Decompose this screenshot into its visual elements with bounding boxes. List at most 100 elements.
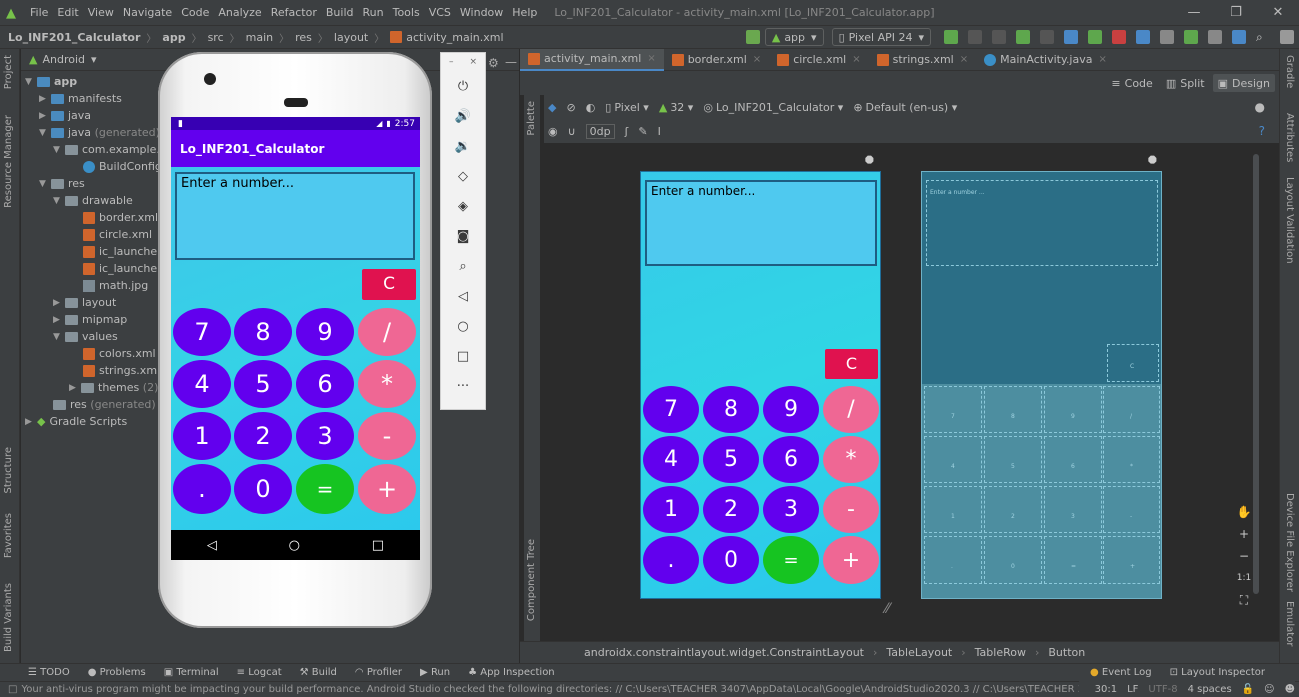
volume-down-icon[interactable]: 🔉 [441,131,485,161]
blueprint-key-2[interactable]: 2 [984,486,1042,533]
code-mode-button[interactable]: ≡ Code [1106,74,1157,92]
key-6[interactable]: 6 [296,360,354,408]
number-input-field[interactable]: Enter a number... [175,172,415,260]
theme-chip[interactable]: ◎ Lo_INF201_Calculator ▾ [703,101,843,114]
recents-icon[interactable]: □ [372,538,384,553]
menu-file[interactable]: File [30,6,48,19]
breadcrumb-layout[interactable]: layout [334,31,368,44]
tree-item-package[interactable]: ▼ com.example.lo [53,141,170,158]
blueprint-key-7[interactable]: 7 [924,386,982,433]
lock-icon[interactable]: 🔓 [1242,684,1254,695]
zoom-actual-size[interactable]: 1:1 [1237,567,1251,589]
event-log-tab[interactable]: ● Event Log [1090,667,1152,678]
preview-key-decimal[interactable]: . [643,536,699,584]
design-surface-icon[interactable]: ◆ [548,101,556,114]
blueprint-key-1[interactable]: 1 [924,486,982,533]
zoom-icon[interactable]: ⌕ [441,251,485,281]
build-variants-tab[interactable]: Build Variants [3,583,14,652]
close-tab-icon[interactable]: × [753,54,761,65]
apply-code-changes-icon[interactable] [968,30,982,44]
profiler-tab[interactable]: ◠ Profiler [355,667,402,678]
preview-key-1[interactable]: 1 [643,486,699,533]
design-preview[interactable]: Enter a number... C 7 8 9 / 4 5 6 * 1 2 … [640,171,881,599]
device-file-explorer-tab[interactable]: Device File Explorer [1284,493,1295,592]
favorites-tab[interactable]: Favorites [3,513,14,558]
tree-item-app[interactable]: ▼ app [25,73,77,90]
preview-clear-button[interactable]: C [825,349,878,379]
key-multiply[interactable]: * [358,360,416,408]
tab-mainactivity[interactable]: MainActivity.java × [976,49,1115,71]
tree-item-ic-launcher-2[interactable]: ic_launcher_ [83,260,167,277]
blueprint-key-5[interactable]: 5 [984,436,1042,483]
tree-item-res[interactable]: ▼ res [39,175,85,192]
guidelines-icon[interactable]: I [658,125,661,138]
run-config-select[interactable]: ▲ app ▾ [764,28,824,46]
menu-help[interactable]: Help [512,6,537,19]
tree-item-border-xml[interactable]: border.xml [83,209,158,226]
blueprint-key-4[interactable]: 4 [924,436,982,483]
warning-icon[interactable]: ● [1255,100,1265,114]
preview-key-minus[interactable]: - [823,486,879,533]
close-icon[interactable]: ✕ [1257,0,1299,25]
path-table-row[interactable]: TableRow [975,646,1026,659]
project-tool-tab[interactable]: Project [3,55,14,89]
minimize-icon[interactable]: — [1173,0,1215,25]
locale-chip[interactable]: ⊕ Default (en-us) ▾ [853,101,957,114]
feedback-icon[interactable]: ☻ [1285,684,1295,695]
blueprint-key-multiply[interactable]: * [1103,436,1160,483]
blueprint-key-3[interactable]: 3 [1044,486,1102,533]
device-chip[interactable]: ▯ Pixel ▾ [605,101,649,114]
home-icon[interactable]: ○ [441,311,485,341]
magnet-icon[interactable]: ∪ [568,125,576,138]
layout-inspector-tab[interactable]: ⊡ Layout Inspector [1170,667,1265,678]
preview-key-0[interactable]: 0 [703,536,759,584]
key-plus[interactable]: + [358,464,416,514]
tree-item-mipmap[interactable]: ▶ mipmap [53,311,127,328]
orientation-icon[interactable]: ⊘ [566,101,575,114]
clear-button[interactable]: C [362,269,416,300]
blueprint-key-9[interactable]: 9 [1044,386,1102,433]
breadcrumb-file[interactable]: activity_main.xml [406,31,503,44]
hammer-icon[interactable] [745,30,760,44]
clear-constraints-icon[interactable]: ʃ [625,125,629,138]
sdk-manager-icon[interactable] [1184,30,1198,44]
path-button[interactable]: Button [1048,646,1085,659]
volume-up-icon[interactable]: 🔊 [441,101,485,131]
profile-icon[interactable] [1064,30,1078,44]
power-icon[interactable]: ⏻ [441,71,485,101]
breadcrumb-project[interactable]: Lo_INF201_Calculator [8,31,140,44]
apply-changes-icon[interactable] [944,30,958,44]
menu-analyze[interactable]: Analyze [218,6,261,19]
tree-item-themes[interactable]: ▶ themes (2) [69,379,158,396]
gear-icon[interactable]: ⚙ [488,56,499,70]
coverage-icon[interactable] [992,30,1006,44]
tree-item-layout[interactable]: ▶ layout [53,294,116,311]
home-icon[interactable]: ○ [289,538,300,553]
menu-navigate[interactable]: Navigate [123,6,172,19]
structure-tab[interactable]: Structure [3,447,14,494]
preview-key-5[interactable]: 5 [703,436,759,483]
tab-border[interactable]: border.xml × [664,49,769,71]
attributes-tab[interactable]: Attributes [1284,113,1295,162]
tree-item-res-generated[interactable]: res (generated) [53,396,156,413]
blueprint-key-equals[interactable]: = [1044,536,1102,584]
gradle-sync-icon[interactable] [1232,30,1246,44]
key-5[interactable]: 5 [234,360,292,408]
api-chip[interactable]: ▲ 32 ▾ [659,101,694,114]
key-2[interactable]: 2 [234,412,292,460]
palette-tab[interactable]: Palette [526,101,537,136]
problems-tab[interactable]: ● Problems [88,667,146,678]
search-icon[interactable]: ⌕ [1256,30,1270,44]
back-icon[interactable]: ◁ [441,281,485,311]
path-table-layout[interactable]: TableLayout [886,646,952,659]
line-separator[interactable]: LF [1127,684,1138,695]
screenshot-icon[interactable]: ◙ [441,221,485,251]
component-tree-tab[interactable]: Component Tree [526,539,537,621]
key-minus[interactable]: - [358,412,416,460]
default-margin-chip[interactable]: 0dp [585,123,615,139]
key-1[interactable]: 1 [173,412,231,460]
file-encoding[interactable]: UTF-8 [1148,684,1177,695]
menu-refactor[interactable]: Refactor [271,6,317,19]
close-tab-icon[interactable]: × [852,54,860,65]
pin-icon[interactable]: ⯃ [865,154,874,168]
